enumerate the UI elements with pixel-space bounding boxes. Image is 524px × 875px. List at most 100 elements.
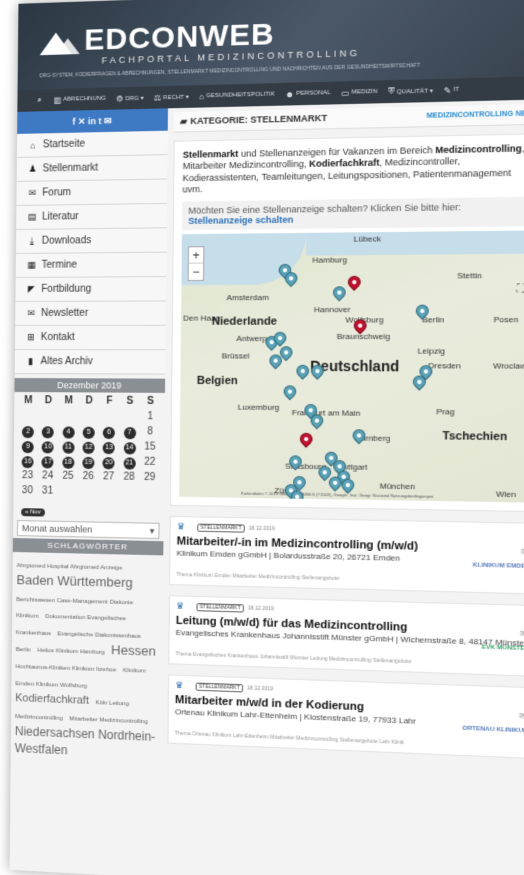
building-icon: ⌂	[199, 91, 205, 101]
calendar-day[interactable]: 10	[38, 439, 58, 454]
calendar-day[interactable]: 9	[18, 439, 38, 454]
map-place-label: Posen	[493, 314, 519, 325]
calendar-day-event[interactable]: 9	[21, 441, 34, 454]
jobs-map[interactable]: + − ⛶ Kartendaten © 2019 GeoBasis-DE/BKG…	[179, 230, 524, 503]
tag-link[interactable]: Kodierfachkraft	[15, 692, 89, 707]
map-place-label: Tschechien	[442, 430, 508, 444]
category-badge[interactable]: STELLENMARKT	[197, 523, 245, 533]
menu-fortbildung[interactable]: ◤ Fortbildung	[15, 277, 167, 302]
calendar-day-event[interactable]: 5	[82, 426, 95, 439]
nav-it[interactable]: ✎ IT	[444, 85, 459, 95]
listing-tags[interactable]: Thema Ortenau Klinikum Lahr-Ettenheim Mi…	[175, 731, 524, 752]
menu-startseite[interactable]: ⌂ Startseite	[16, 130, 168, 158]
tag-link[interactable]: Hessen	[111, 642, 156, 659]
calendar-day[interactable]: 14	[119, 440, 140, 455]
nav-drg[interactable]: ⚙ DRG ▾	[116, 93, 144, 103]
calendar-day[interactable]: 19	[78, 455, 99, 470]
calendar-day-event[interactable]: 6	[102, 426, 116, 440]
calendar-day-event[interactable]: 4	[62, 426, 75, 439]
menu-newsletter[interactable]: ✉ Newsletter	[15, 301, 166, 326]
tag-link[interactable]: Mitarbeiter Medizincontrolling	[69, 716, 148, 725]
calendar-day-event[interactable]: 13	[102, 441, 116, 455]
menu-kontakt[interactable]: ⊞ Kontakt	[14, 325, 166, 351]
calendar-day[interactable]: 6	[99, 425, 120, 440]
job-listing[interactable]: ♛ STELLENMARKT 18.12.2019 Mitarbeiter/-in i…	[169, 515, 524, 595]
calendar-day-event[interactable]: 21	[123, 457, 136, 470]
calendar-day	[38, 409, 58, 423]
calendar-day[interactable]: 2	[18, 424, 38, 439]
nav-personal[interactable]: ☻ Personal	[285, 88, 330, 98]
nav-medizin[interactable]: ▭ Medizin	[341, 87, 377, 98]
category-badge[interactable]: STELLENMARKT	[196, 603, 244, 613]
monitor-icon: ▭	[341, 87, 350, 98]
calendar-day-event[interactable]: 17	[41, 456, 54, 469]
calendar-day[interactable]: 12	[78, 440, 99, 454]
calendar-day[interactable]: 20	[99, 455, 120, 470]
nav-qualitaet[interactable]: ⛨ Qualität ▾	[388, 85, 433, 97]
month-select[interactable]: Monat auswählen ▾	[16, 520, 160, 540]
job-listing[interactable]: ♛ STELLENMARKT 18.12.2019 Mitarbeiter m/w/d…	[167, 674, 524, 760]
site-logo[interactable]: EDCONWEB FACHPORTAL MEDIZINCONTROLLING	[40, 15, 361, 68]
calendar-day[interactable]: 4	[58, 424, 78, 439]
calendar-day-event[interactable]: 3	[42, 426, 55, 439]
map-zoom-control: + −	[187, 246, 205, 281]
menu-stellenmarkt[interactable]: ♟ Stellenmarkt	[16, 155, 168, 182]
calendar-day[interactable]: 7	[119, 425, 140, 440]
calendar-day-event[interactable]: 7	[123, 427, 136, 440]
calendar-day[interactable]: 11	[58, 439, 78, 454]
job-listing[interactable]: ♛ STELLENMARKT 18.12.2019 Leitung (m/w/d) f…	[168, 595, 524, 677]
zoom-out-button[interactable]: −	[189, 264, 204, 280]
nav-recht[interactable]: ⚖ Recht ▾	[154, 92, 189, 102]
book-icon: ▤	[27, 211, 37, 222]
menu-downloads[interactable]: ⤓ Downloads	[15, 228, 167, 254]
listing-tags[interactable]: Thema Evangelisches Krankenhaus Johannis…	[175, 651, 524, 669]
calendar-day-event[interactable]: 19	[82, 456, 95, 470]
calendar-prev-month[interactable]: « Nov	[21, 508, 45, 517]
listing-tags[interactable]: Thema Klinikum Emden Mitarbeiter Medizin…	[176, 572, 524, 587]
calendar-day[interactable]: 5	[78, 425, 99, 439]
envelope-icon: ✉	[27, 307, 35, 318]
calendar-day[interactable]: 3	[38, 424, 58, 439]
tag-link[interactable]: Helios Klinikum Hamburg	[37, 648, 104, 656]
calendar-day	[58, 409, 78, 423]
zoom-in-button[interactable]: +	[188, 247, 204, 264]
laptop-icon: ✎	[443, 85, 452, 95]
calendar-day: 26	[82, 470, 94, 483]
nav-abrechnung[interactable]: ▥ Abrechnung	[54, 94, 106, 104]
calendar-day[interactable]: 17	[38, 454, 58, 469]
map-place-label: Dresden	[428, 361, 461, 371]
chat-icon: ✉	[28, 187, 37, 198]
fullscreen-icon[interactable]: ⛶	[517, 283, 524, 295]
calendar-day	[139, 486, 160, 501]
calendar-day-event[interactable]: 11	[62, 441, 75, 454]
calendar-day[interactable]: 18	[58, 455, 78, 469]
calendar-day-event[interactable]: 20	[102, 457, 115, 470]
nav-search[interactable]: ⌕	[37, 95, 44, 105]
calendar-day[interactable]: 16	[18, 454, 38, 469]
tag-link[interactable]: Baden Württemberg	[16, 572, 133, 590]
medizincontrolling-news-link[interactable]: MEDIZINCONTROLLING NEWS	[426, 110, 524, 120]
menu-altes-archiv[interactable]: ▮ Altes Archiv	[14, 349, 166, 375]
calendar-day-event[interactable]: 10	[41, 441, 55, 454]
map-place-label: Hamburg	[312, 255, 348, 265]
calendar-day-event[interactable]: 16	[21, 456, 34, 469]
tag-link[interactable]: Hochtaunus-Kliniken Klinikum Itzehoe	[16, 664, 117, 674]
calendar-day-event[interactable]: 18	[62, 456, 75, 469]
tag-link[interactable]: Ahrgiomed Hospital Ahrgiomed Anzeige	[17, 563, 123, 572]
comment-icon[interactable]: ✉	[520, 629, 524, 639]
map-place-label: Luxemburg	[237, 402, 280, 413]
menu-literatur[interactable]: ▤ Literatur	[16, 203, 167, 230]
menu-termine[interactable]: ▦ Termine	[15, 252, 167, 278]
calendar-day-event[interactable]: 2	[22, 426, 35, 439]
tag-link[interactable]: Niedersachsen Nordrhein-Westfalen	[15, 724, 156, 757]
calendar-day[interactable]: 13	[99, 440, 120, 455]
calendar-day-event[interactable]: 12	[82, 441, 95, 454]
category-badge[interactable]: STELLENMARKT	[195, 682, 243, 693]
map-place-label: Amsterdam	[226, 292, 269, 303]
comment-icon[interactable]: ✉	[519, 711, 524, 721]
social-links[interactable]: f ✕ in t ✉	[17, 108, 168, 134]
calendar-day-event[interactable]: 14	[123, 442, 136, 455]
nav-gesundheitspolitik[interactable]: ⌂ Gesundheitspolitik	[199, 90, 275, 101]
calendar-day[interactable]: 21	[119, 455, 140, 470]
menu-forum[interactable]: ✉ Forum	[16, 179, 168, 206]
